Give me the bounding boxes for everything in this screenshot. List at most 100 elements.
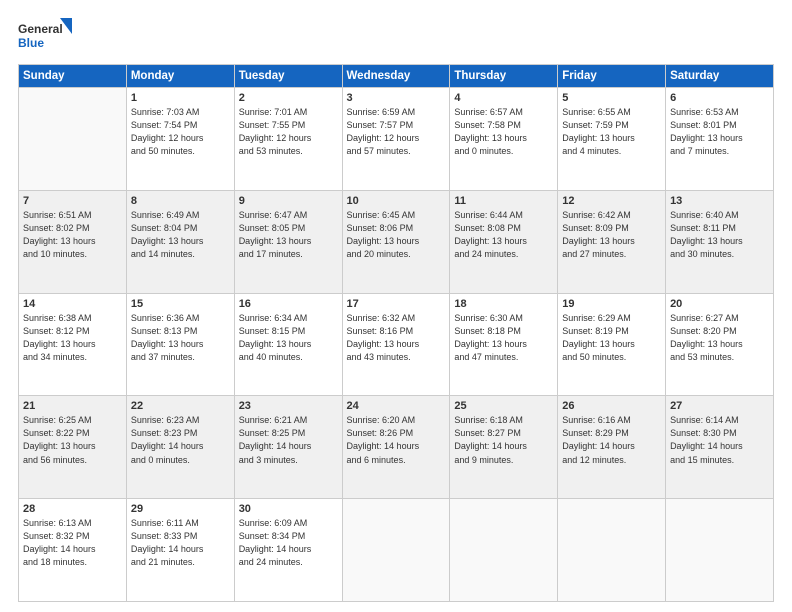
calendar-cell: 23Sunrise: 6:21 AMSunset: 8:25 PMDayligh…: [234, 396, 342, 499]
day-info: Sunrise: 6:42 AMSunset: 8:09 PMDaylight:…: [562, 209, 661, 261]
day-info: Sunrise: 6:13 AMSunset: 8:32 PMDaylight:…: [23, 517, 122, 569]
calendar: SundayMondayTuesdayWednesdayThursdayFrid…: [18, 64, 774, 602]
day-info: Sunrise: 6:20 AMSunset: 8:26 PMDaylight:…: [347, 414, 446, 466]
calendar-cell: 24 Sunrise: 6:20 AMSunset: 8:26 PMDayligh…: [342, 396, 450, 499]
day-info: Sunrise: 6:16 AMSunset: 8:29 PMDaylight:…: [562, 414, 661, 466]
day-info: Sunrise: 6:11 AMSunset: 8:33 PMDaylight:…: [131, 517, 230, 569]
calendar-cell: 13 Sunrise: 6:40 AMSunset: 8:11 PMDayligh…: [666, 190, 774, 293]
day-header: Thursday: [450, 65, 558, 88]
day-info: Sunrise: 6:49 AMSunset: 8:04 PMDaylight:…: [131, 209, 230, 261]
calendar-cell: 22 Sunrise: 6:23 AMSunset: 8:23 PMDayligh…: [126, 396, 234, 499]
calendar-cell: 3 Sunrise: 6:59 AMSunset: 7:57 PMDaylight…: [342, 88, 450, 191]
day-info: Sunrise: 7:03 AMSunset: 7:54 PMDaylight:…: [131, 106, 230, 158]
day-info: Sunrise: 6:27 AMSunset: 8:20 PMDaylight:…: [670, 312, 769, 364]
calendar-cell: 30 Sunrise: 6:09 AMSunset: 8:34 PMDayligh…: [234, 499, 342, 602]
day-header: Tuesday: [234, 65, 342, 88]
svg-text:Blue: Blue: [18, 36, 44, 50]
day-number: 8: [131, 195, 230, 207]
calendar-cell: 11 Sunrise: 6:44 AMSunset: 8:08 PMDayligh…: [450, 190, 558, 293]
day-number: 23: [239, 400, 338, 412]
day-info: Sunrise: 6:47 AMSunset: 8:05 PMDaylight:…: [239, 209, 338, 261]
day-info: Sunrise: 6:38 AMSunset: 8:12 PMDaylight:…: [23, 312, 122, 364]
day-info: Sunrise: 7:01 AMSunset: 7:55 PMDaylight:…: [239, 106, 338, 158]
day-info: Sunrise: 6:40 AMSunset: 8:11 PMDaylight:…: [670, 209, 769, 261]
day-number: 3: [347, 92, 446, 104]
day-header: Sunday: [19, 65, 127, 88]
calendar-cell: 1 Sunrise: 7:03 AMSunset: 7:54 PMDaylight…: [126, 88, 234, 191]
day-info: Sunrise: 6:36 AMSunset: 8:13 PMDaylight:…: [131, 312, 230, 364]
day-number: 29: [131, 503, 230, 515]
calendar-cell: 12 Sunrise: 6:42 AMSunset: 8:09 PMDayligh…: [558, 190, 666, 293]
svg-text:General: General: [18, 22, 63, 36]
calendar-cell: 15 Sunrise: 6:36 AMSunset: 8:13 PMDayligh…: [126, 293, 234, 396]
day-info: Sunrise: 6:29 AMSunset: 8:19 PMDaylight:…: [562, 312, 661, 364]
day-number: 13: [670, 195, 769, 207]
calendar-cell: 25 Sunrise: 6:18 AMSunset: 8:27 PMDayligh…: [450, 396, 558, 499]
day-number: 20: [670, 298, 769, 310]
day-info: Sunrise: 6:18 AMSunset: 8:27 PMDaylight:…: [454, 414, 553, 466]
day-number: 15: [131, 298, 230, 310]
calendar-cell: [666, 499, 774, 602]
day-header: Wednesday: [342, 65, 450, 88]
day-number: 6: [670, 92, 769, 104]
day-header: Friday: [558, 65, 666, 88]
calendar-cell: 28Sunrise: 6:13 AMSunset: 8:32 PMDayligh…: [19, 499, 127, 602]
day-number: 30: [239, 503, 338, 515]
day-number: 24: [347, 400, 446, 412]
day-info: Sunrise: 6:53 AMSunset: 8:01 PMDaylight:…: [670, 106, 769, 158]
day-info: Sunrise: 6:44 AMSunset: 8:08 PMDaylight:…: [454, 209, 553, 261]
calendar-cell: 18 Sunrise: 6:30 AMSunset: 8:18 PMDayligh…: [450, 293, 558, 396]
day-number: 25: [454, 400, 553, 412]
day-info: Sunrise: 6:51 AMSunset: 8:02 PMDaylight:…: [23, 209, 122, 261]
calendar-cell: 21 Sunrise: 6:25 AMSunset: 8:22 PMDayligh…: [19, 396, 127, 499]
day-number: 16: [239, 298, 338, 310]
day-number: 17: [347, 298, 446, 310]
day-number: 1: [131, 92, 230, 104]
day-info: Sunrise: 6:57 AMSunset: 7:58 PMDaylight:…: [454, 106, 553, 158]
day-info: Sunrise: 6:45 AMSunset: 8:06 PMDaylight:…: [347, 209, 446, 261]
calendar-cell: 7 Sunrise: 6:51 AMSunset: 8:02 PMDaylight…: [19, 190, 127, 293]
day-number: 5: [562, 92, 661, 104]
day-number: 22: [131, 400, 230, 412]
calendar-cell: 16 Sunrise: 6:34 AMSunset: 8:15 PMDayligh…: [234, 293, 342, 396]
calendar-cell: [19, 88, 127, 191]
calendar-cell: 5Sunrise: 6:55 AMSunset: 7:59 PMDaylight…: [558, 88, 666, 191]
day-number: 11: [454, 195, 553, 207]
day-header: Saturday: [666, 65, 774, 88]
calendar-cell: 19 Sunrise: 6:29 AMSunset: 8:19 PMDayligh…: [558, 293, 666, 396]
day-header: Monday: [126, 65, 234, 88]
day-number: 2: [239, 92, 338, 104]
calendar-cell: 6 Sunrise: 6:53 AMSunset: 8:01 PMDaylight…: [666, 88, 774, 191]
day-number: 18: [454, 298, 553, 310]
calendar-cell: [558, 499, 666, 602]
calendar-cell: 10 Sunrise: 6:45 AMSunset: 8:06 PMDayligh…: [342, 190, 450, 293]
calendar-cell: 4 Sunrise: 6:57 AMSunset: 7:58 PMDaylight…: [450, 88, 558, 191]
day-info: Sunrise: 6:25 AMSunset: 8:22 PMDaylight:…: [23, 414, 122, 466]
day-number: 12: [562, 195, 661, 207]
day-number: 21: [23, 400, 122, 412]
day-number: 26: [562, 400, 661, 412]
logo-svg: General Blue: [18, 18, 73, 56]
day-info: Sunrise: 6:32 AMSunset: 8:16 PMDaylight:…: [347, 312, 446, 364]
day-info: Sunrise: 6:59 AMSunset: 7:57 PMDaylight:…: [347, 106, 446, 158]
day-number: 4: [454, 92, 553, 104]
calendar-cell: 29 Sunrise: 6:11 AMSunset: 8:33 PMDayligh…: [126, 499, 234, 602]
calendar-cell: 20 Sunrise: 6:27 AMSunset: 8:20 PMDayligh…: [666, 293, 774, 396]
day-info: Sunrise: 6:30 AMSunset: 8:18 PMDaylight:…: [454, 312, 553, 364]
day-info: Sunrise: 6:09 AMSunset: 8:34 PMDaylight:…: [239, 517, 338, 569]
calendar-cell: 17 Sunrise: 6:32 AMSunset: 8:16 PMDayligh…: [342, 293, 450, 396]
day-number: 7: [23, 195, 122, 207]
day-info: Sunrise: 6:34 AMSunset: 8:15 PMDaylight:…: [239, 312, 338, 364]
day-number: 9: [239, 195, 338, 207]
day-number: 19: [562, 298, 661, 310]
day-number: 10: [347, 195, 446, 207]
calendar-cell: 9 Sunrise: 6:47 AMSunset: 8:05 PMDaylight…: [234, 190, 342, 293]
calendar-cell: 8 Sunrise: 6:49 AMSunset: 8:04 PMDaylight…: [126, 190, 234, 293]
calendar-cell: 26 Sunrise: 6:16 AMSunset: 8:29 PMDayligh…: [558, 396, 666, 499]
day-number: 27: [670, 400, 769, 412]
day-number: 14: [23, 298, 122, 310]
calendar-cell: [450, 499, 558, 602]
calendar-cell: 14 Sunrise: 6:38 AMSunset: 8:12 PMDayligh…: [19, 293, 127, 396]
day-info: Sunrise: 6:23 AMSunset: 8:23 PMDaylight:…: [131, 414, 230, 466]
logo: General Blue: [18, 18, 73, 56]
